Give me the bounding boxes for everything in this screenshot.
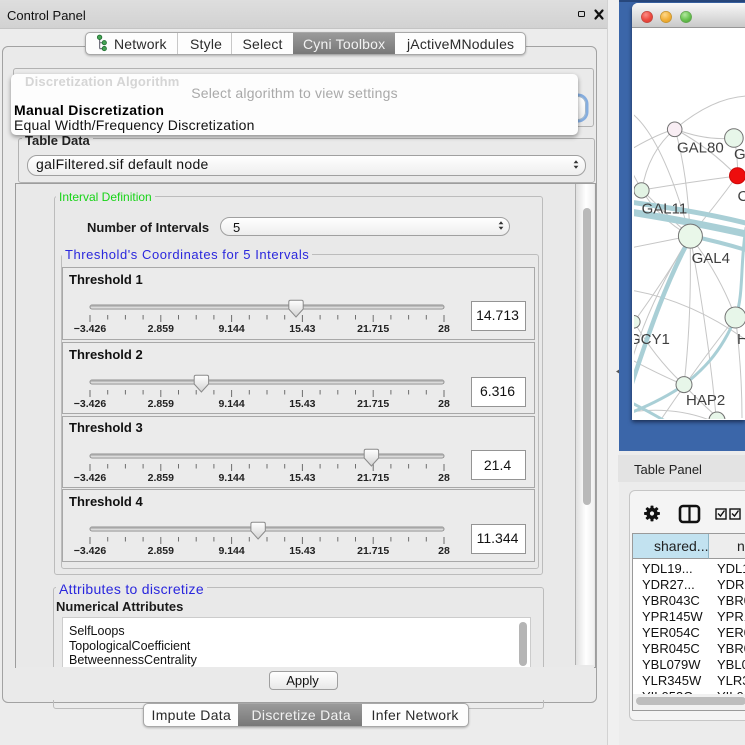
svg-text:−3.426: −3.426: [74, 545, 107, 557]
svg-text:21.715: 21.715: [357, 545, 389, 557]
svg-text:28: 28: [438, 472, 450, 484]
svg-text:2.859: 2.859: [148, 545, 174, 557]
svg-text:C: C: [738, 188, 745, 205]
svg-text:28: 28: [438, 323, 450, 335]
svg-text:2.859: 2.859: [148, 323, 174, 335]
svg-text:15.43: 15.43: [289, 323, 315, 335]
svg-text:28: 28: [438, 398, 450, 410]
svg-text:HAP2: HAP2: [686, 392, 725, 409]
svg-text:21.715: 21.715: [357, 472, 389, 484]
svg-text:GAL80: GAL80: [677, 140, 724, 157]
svg-text:15.43: 15.43: [289, 545, 315, 557]
svg-text:GCY1: GCY1: [634, 331, 670, 348]
svg-text:GAL11: GAL11: [642, 201, 688, 218]
svg-text:−3.426: −3.426: [74, 472, 107, 484]
svg-text:2.859: 2.859: [148, 472, 174, 484]
svg-text:9.144: 9.144: [218, 398, 244, 410]
svg-text:21.715: 21.715: [357, 398, 389, 410]
svg-text:9.144: 9.144: [218, 472, 244, 484]
svg-text:2.859: 2.859: [148, 398, 174, 410]
svg-text:28: 28: [438, 545, 450, 557]
svg-text:15.43: 15.43: [289, 472, 315, 484]
svg-text:GA: GA: [734, 146, 745, 163]
svg-text:9.144: 9.144: [218, 323, 244, 335]
svg-text:H: H: [737, 331, 745, 348]
svg-text:15.43: 15.43: [289, 398, 315, 410]
svg-text:GAL4: GAL4: [692, 250, 730, 267]
svg-text:−3.426: −3.426: [74, 398, 107, 410]
svg-text:21.715: 21.715: [357, 323, 389, 335]
svg-text:9.144: 9.144: [218, 545, 244, 557]
svg-text:−3.426: −3.426: [74, 323, 107, 335]
